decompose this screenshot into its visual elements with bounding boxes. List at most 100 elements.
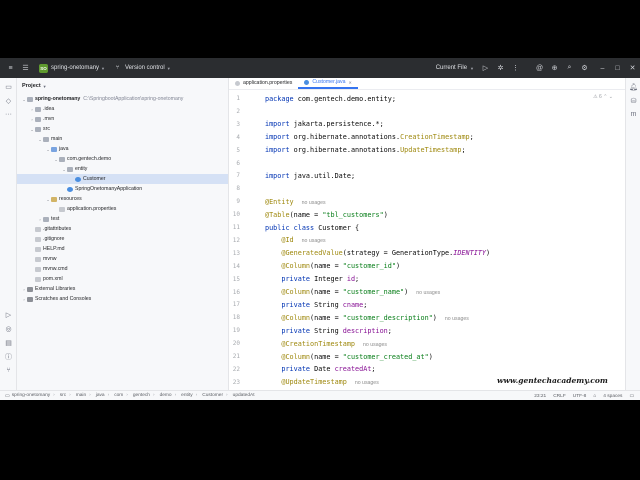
tree-item[interactable]: .gitattributes [17, 224, 228, 234]
more-tools-icon[interactable]: ··· [4, 110, 13, 119]
code-line[interactable]: 15 private Integer id; [229, 273, 625, 286]
tree-item[interactable]: ⌄ src [17, 124, 228, 134]
memory-icon[interactable]: ▭ [629, 394, 634, 399]
code-line[interactable]: 13 @GeneratedValue(strategy = Generation… [229, 247, 625, 260]
chevron-down-icon[interactable]: ▼ [167, 66, 171, 71]
tree-item[interactable]: ⌄ entity [17, 164, 228, 174]
breadcrumb-item[interactable]: com [114, 393, 123, 398]
code-with-me-icon[interactable]: @ [535, 64, 544, 73]
breadcrumb-item[interactable]: gentech [133, 393, 150, 398]
code-line[interactable]: 9 @Entity no usages [229, 195, 625, 208]
code-line[interactable]: 2 [229, 105, 625, 118]
project-badge[interactable]: SO [39, 63, 48, 73]
code-line[interactable]: 19 private String description; [229, 324, 625, 337]
code-line[interactable]: 21 @Column(name = "customer_created_at") [229, 350, 625, 363]
tree-item[interactable]: Customer [17, 174, 228, 184]
usages-hint[interactable]: no usages [363, 342, 387, 348]
editor-tab[interactable]: Customer.java ✕ [298, 77, 358, 89]
search-icon[interactable]: ⌕ [565, 64, 574, 73]
chevron-down-icon[interactable]: ▼ [43, 84, 47, 89]
file-encoding[interactable]: UTF-8 [573, 394, 587, 399]
tree-item[interactable]: mvnw.cmd [17, 264, 228, 274]
run-config-select[interactable]: Current File [436, 65, 467, 71]
tree-item[interactable]: ⌄ com.gentech.demo [17, 154, 228, 164]
breadcrumb-item[interactable]: Customer [202, 393, 223, 398]
code-line[interactable]: 17 private String cname; [229, 298, 625, 311]
tree-item[interactable]: ⌄ spring-onetomany C:\SpringbootApplicatio… [17, 94, 228, 104]
usages-hint[interactable]: no usages [445, 316, 469, 322]
code-line[interactable]: 14 @Column(name = "customer_id") [229, 260, 625, 273]
tree-item[interactable]: › .mvn [17, 114, 228, 124]
main-menu-icon[interactable]: ≡ [6, 64, 15, 73]
code-line[interactable]: 5 import org.hibernate.annotations.Update… [229, 144, 625, 157]
code-line[interactable]: 12 @Id no usages [229, 234, 625, 247]
settings-icon[interactable]: ⚙ [580, 64, 589, 73]
usages-hint[interactable]: no usages [302, 238, 326, 244]
run-icon[interactable]: ▷ [481, 64, 490, 73]
code-line[interactable]: 6 [229, 157, 625, 170]
code-line[interactable]: 11 public class Customer { [229, 221, 625, 234]
code-line[interactable]: 20 @CreationTimestamp no usages [229, 337, 625, 350]
breadcrumb-item[interactable]: updatedAt [233, 393, 255, 398]
lock-icon[interactable]: ⌂ [593, 394, 596, 399]
tree-item[interactable]: mvnw [17, 254, 228, 264]
services-icon[interactable]: ◎ [4, 324, 13, 333]
breadcrumb-item[interactable]: demo [160, 393, 172, 398]
chevron-down-icon[interactable]: ▼ [470, 66, 474, 71]
breadcrumb-item[interactable]: src [60, 393, 66, 398]
breadcrumb-item[interactable]: java [96, 393, 105, 398]
project-panel-header[interactable]: Project ▼ [17, 78, 228, 94]
code-line[interactable]: 8 [229, 182, 625, 195]
tree-item[interactable]: ⌄ resources [17, 194, 228, 204]
tree-item[interactable]: › test [17, 214, 228, 224]
tree-item[interactable]: ⌄ main [17, 134, 228, 144]
usages-hint[interactable]: no usages [302, 200, 326, 206]
close-tab-icon[interactable]: ✕ [348, 80, 351, 85]
tree-item[interactable]: SpringOnetomanyApplication [17, 184, 228, 194]
problems-icon[interactable]: ⓘ [4, 352, 13, 361]
code-line[interactable]: 10 @Table(name = "tbl_customers") [229, 208, 625, 221]
tree-item[interactable]: › Scratches and Consoles [17, 294, 228, 304]
code-editor[interactable]: 1 package com.gentech.demo.entity; 2 3 impor… [229, 92, 625, 388]
version-control-label[interactable]: Version control [125, 65, 165, 71]
tree-item[interactable]: › External Libraries [17, 284, 228, 294]
usages-hint[interactable]: no usages [416, 290, 440, 296]
database-icon[interactable]: ⛁ [629, 96, 638, 105]
tree-item[interactable]: application.properties [17, 204, 228, 214]
maximize-icon[interactable]: □ [613, 64, 622, 73]
line-separator[interactable]: CRLF [553, 394, 566, 399]
tree-item[interactable]: pom.xml [17, 274, 228, 284]
notifications-icon[interactable]: 🔔︎ [629, 82, 638, 91]
editor-tab[interactable]: application.properties [229, 77, 298, 89]
code-line[interactable]: 18 @Column(name = "customer_description"… [229, 311, 625, 324]
run-tool-icon[interactable]: ▷ [4, 310, 13, 319]
indent-setting[interactable]: 4 spaces [603, 394, 622, 399]
code-line[interactable]: 4 import org.hibernate.annotations.Creati… [229, 131, 625, 144]
more-icon[interactable]: ⋮ [511, 64, 520, 73]
tree-item[interactable]: .gitignore [17, 234, 228, 244]
code-line[interactable]: 22 private Date createdAt; [229, 363, 625, 376]
tree-item[interactable]: › .idea [17, 104, 228, 114]
debug-icon[interactable]: ✲ [496, 64, 505, 73]
minimize-icon[interactable]: – [598, 64, 607, 73]
cursor-position[interactable]: 23:21 [534, 394, 546, 399]
breadcrumb-item[interactable]: main [76, 393, 86, 398]
usages-hint[interactable]: no usages [355, 380, 379, 386]
maven-icon[interactable]: m [629, 110, 638, 119]
close-icon[interactable]: ✕ [628, 64, 637, 73]
tree-item[interactable]: ⌄ java [17, 144, 228, 154]
commit-icon[interactable]: ◇ [4, 96, 13, 105]
project-folder-icon[interactable]: ▭ [4, 82, 13, 91]
code-line[interactable]: 1 package com.gentech.demo.entity; [229, 92, 625, 105]
code-line[interactable]: 3 import jakarta.persistence.*; [229, 118, 625, 131]
code-line[interactable]: 16 @Column(name = "customer_name") no usa… [229, 286, 625, 299]
project-name[interactable]: spring-onetomany [51, 65, 99, 71]
chevron-down-icon[interactable]: ▼ [101, 66, 105, 71]
terminal-icon[interactable]: ▤ [4, 338, 13, 347]
update-icon[interactable]: ⊕ [550, 64, 559, 73]
git-icon[interactable]: ⑂ [4, 366, 13, 375]
hamburger-icon[interactable]: ☰ [21, 64, 30, 73]
tree-item[interactable]: HELP.md [17, 244, 228, 254]
breadcrumb-item[interactable]: spring-onetomany [12, 393, 50, 398]
breadcrumb-item[interactable]: entity [181, 393, 192, 398]
